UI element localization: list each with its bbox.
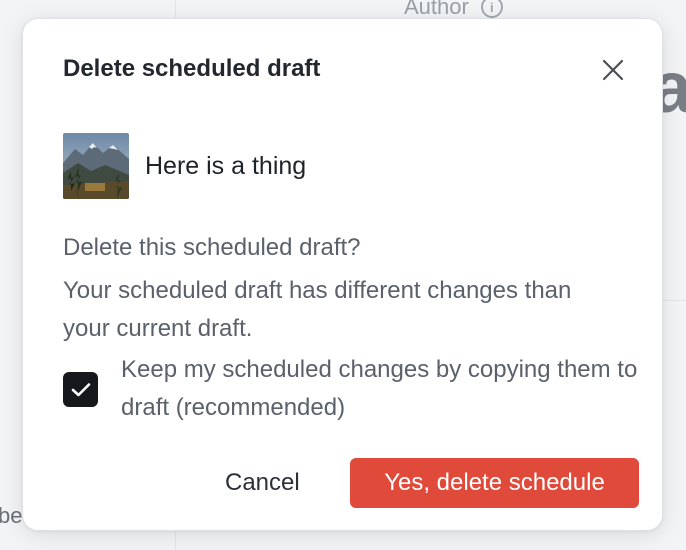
- keep-changes-label[interactable]: Keep my scheduled changes by copying the…: [121, 351, 641, 427]
- background-text-fragment: be: [0, 503, 23, 528]
- dialog-description: Your scheduled draft has different chang…: [63, 277, 572, 342]
- keep-changes-checkbox[interactable]: [63, 372, 98, 407]
- draft-item: Here is a thing: [63, 133, 306, 199]
- info-icon: i: [480, 0, 503, 18]
- dialog-title: Delete scheduled draft: [63, 55, 321, 82]
- background-author-header: Author i: [404, 0, 503, 20]
- delete-scheduled-draft-dialog: Delete scheduled draft Here is a thing D…: [22, 18, 663, 531]
- background-author-label: Author: [404, 0, 469, 19]
- close-icon: [602, 59, 624, 81]
- draft-thumbnail: [63, 133, 129, 199]
- dialog-question: Delete this scheduled draft?: [63, 234, 361, 261]
- checkmark-icon: [71, 382, 90, 396]
- draft-item-title: Here is a thing: [145, 151, 307, 180]
- close-button[interactable]: [599, 56, 627, 84]
- background-divider: [662, 300, 686, 301]
- cancel-button[interactable]: Cancel: [209, 459, 316, 507]
- mountain-landscape-image: [63, 133, 129, 199]
- delete-schedule-button[interactable]: Yes, delete schedule: [350, 458, 639, 508]
